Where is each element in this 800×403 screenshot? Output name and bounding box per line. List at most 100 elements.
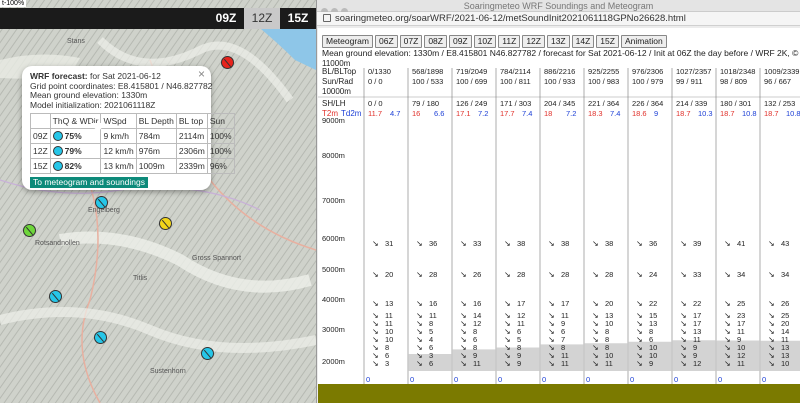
button-08z[interactable]: 08Z	[424, 35, 447, 48]
shlh-value: 79 / 180	[412, 99, 439, 108]
button-14z[interactable]: 14Z	[571, 35, 595, 48]
button-10z[interactable]: 10Z	[473, 35, 497, 48]
td2m-value: 6.6	[434, 109, 444, 118]
popup-table-header: ThQ & WDir WSpd BL Depth BL top Sun	[30, 113, 235, 129]
button-06z[interactable]: 06Z	[375, 35, 398, 48]
cloud-value: 0	[630, 375, 634, 384]
bl-value: 925/2255	[588, 67, 619, 76]
wind-low-arrow: ↘	[372, 359, 379, 368]
td2m-value: 10.8	[786, 109, 800, 118]
wind-3500-arrow: ↘	[416, 299, 423, 308]
button-12z[interactable]: 12Z	[522, 35, 545, 48]
wind-low-speed: 11	[605, 359, 613, 368]
url-text[interactable]: soaringmeteo.org/soarWRF/2021-06-12/metS…	[335, 13, 686, 24]
wind-4600-speed: 33	[693, 270, 701, 279]
header-cell	[30, 113, 51, 129]
button-animation[interactable]: Animation	[620, 35, 667, 48]
button-meteogram[interactable]: Meteogram	[322, 35, 373, 48]
time-cell: 12Z	[30, 143, 51, 159]
thq-cell: 79%	[49, 143, 102, 159]
wspd-cell: 13 km/h	[100, 158, 137, 174]
cloud-value: 0	[542, 375, 546, 384]
sun-value: 100 / 699	[456, 77, 487, 86]
time-tab-12z[interactable]: 12Z	[244, 8, 280, 29]
place-label-stans: Stans	[67, 38, 85, 45]
td2m-value: 7.2	[478, 109, 488, 118]
button-07z[interactable]: 07Z	[399, 35, 423, 48]
button-11z[interactable]: 11Z	[498, 35, 521, 48]
wind-6000-speed: 33	[473, 239, 481, 248]
wind-low-speed: 3	[385, 359, 389, 368]
forecast-pin[interactable]	[221, 56, 234, 69]
bl-value: 784/2114	[500, 67, 531, 76]
forecast-pin[interactable]	[159, 217, 172, 230]
t2m-value: 18	[544, 109, 552, 118]
wind-6000-arrow: ↘	[680, 239, 687, 248]
meteogram-link[interactable]: To meteogram and soundings	[30, 177, 148, 188]
wind-4600-speed: 28	[429, 270, 437, 279]
sun-value: 100 / 933	[544, 77, 575, 86]
bl-depth-cell: 784m	[135, 128, 177, 144]
cloud-value: 0	[366, 375, 370, 384]
forecast-pin[interactable]	[95, 196, 108, 209]
wind-3500-speed: 16	[473, 299, 481, 308]
wind-low-speed: 11	[473, 359, 481, 368]
wind-3500-speed: 22	[649, 299, 657, 308]
wind-low-arrow: ↘	[548, 359, 555, 368]
t2m-value: 18.7	[764, 109, 779, 118]
row-label: Sun/Rad	[322, 77, 353, 86]
td2m-value: 7.4	[610, 109, 620, 118]
close-icon[interactable]: ×	[198, 67, 205, 81]
cloud-value: 0	[454, 375, 458, 384]
sun-cell: 96%	[206, 158, 235, 174]
sun-value: 98 / 809	[720, 77, 747, 86]
wind-6000-arrow: ↘	[460, 239, 467, 248]
time-tab-09z[interactable]: 09Z	[208, 8, 244, 29]
thq-value: 79%	[64, 145, 82, 156]
t2m-value: 18.3	[588, 109, 603, 118]
time-cell: 15Z	[30, 158, 51, 174]
wind-3500-speed: 16	[429, 299, 437, 308]
bl-value: 1009/2339	[764, 67, 799, 76]
thq-cell: 82%	[49, 158, 102, 174]
cloud-value: 0	[498, 375, 502, 384]
wind-6000-arrow: ↘	[724, 239, 731, 248]
map-panel[interactable]: t-100% 09Z 12Z 15Z Stans Engelberg Rotsand…	[0, 0, 316, 403]
wind-4600-speed: 28	[561, 270, 569, 279]
bl-value: 886/2216	[544, 67, 575, 76]
forecast-pin[interactable]	[94, 331, 107, 344]
address-bar[interactable]: soaringmeteo.org/soarWRF/2021-06-12/metS…	[317, 12, 800, 26]
wind-3500-arrow: ↘	[724, 299, 731, 308]
wind-low-speed: 11	[561, 359, 569, 368]
wind-low-arrow: ↘	[592, 359, 599, 368]
bl-value: 976/2306	[632, 67, 663, 76]
td2m-value: 10.3	[698, 109, 713, 118]
wind-low-speed: 10	[781, 359, 789, 368]
altitude-label: 7000m	[322, 196, 345, 205]
sun-value: 100 / 811	[500, 77, 531, 86]
wind-4600-arrow: ↘	[416, 270, 423, 279]
sun-value: 96 / 667	[764, 77, 791, 86]
shlh-value: 171 / 303	[500, 99, 531, 108]
button-13z[interactable]: 13Z	[546, 35, 570, 48]
meteogram-chart: 11000mBL/BLTopSun/Rad10000mSH/LHT2m Td2m0…	[318, 59, 800, 403]
forecast-pin[interactable]	[201, 347, 214, 360]
bl-value: 719/2049	[456, 67, 487, 76]
t2m-value: 17.1	[456, 109, 471, 118]
altitude-label: 6000m	[322, 234, 345, 243]
wind-6000-speed: 41	[737, 239, 745, 248]
wind-4600-speed: 34	[781, 270, 789, 279]
bl-top-cell: 2306m	[175, 143, 208, 159]
time-tab-15z[interactable]: 15Z	[280, 8, 316, 29]
wind-3500-speed: 17	[517, 299, 525, 308]
button-09z[interactable]: 09Z	[448, 35, 472, 48]
sun-value: 99 / 911	[676, 77, 703, 86]
forecast-pin[interactable]	[23, 224, 36, 237]
wind-low-speed: 11	[737, 359, 745, 368]
wind-low-arrow: ↘	[416, 359, 423, 368]
forecast-pin[interactable]	[49, 290, 62, 303]
button-15z[interactable]: 15Z	[596, 35, 619, 48]
row-label: BL/BLTop	[322, 67, 357, 76]
header-cell: Sun	[206, 113, 235, 129]
wind-6000-arrow: ↘	[768, 239, 775, 248]
